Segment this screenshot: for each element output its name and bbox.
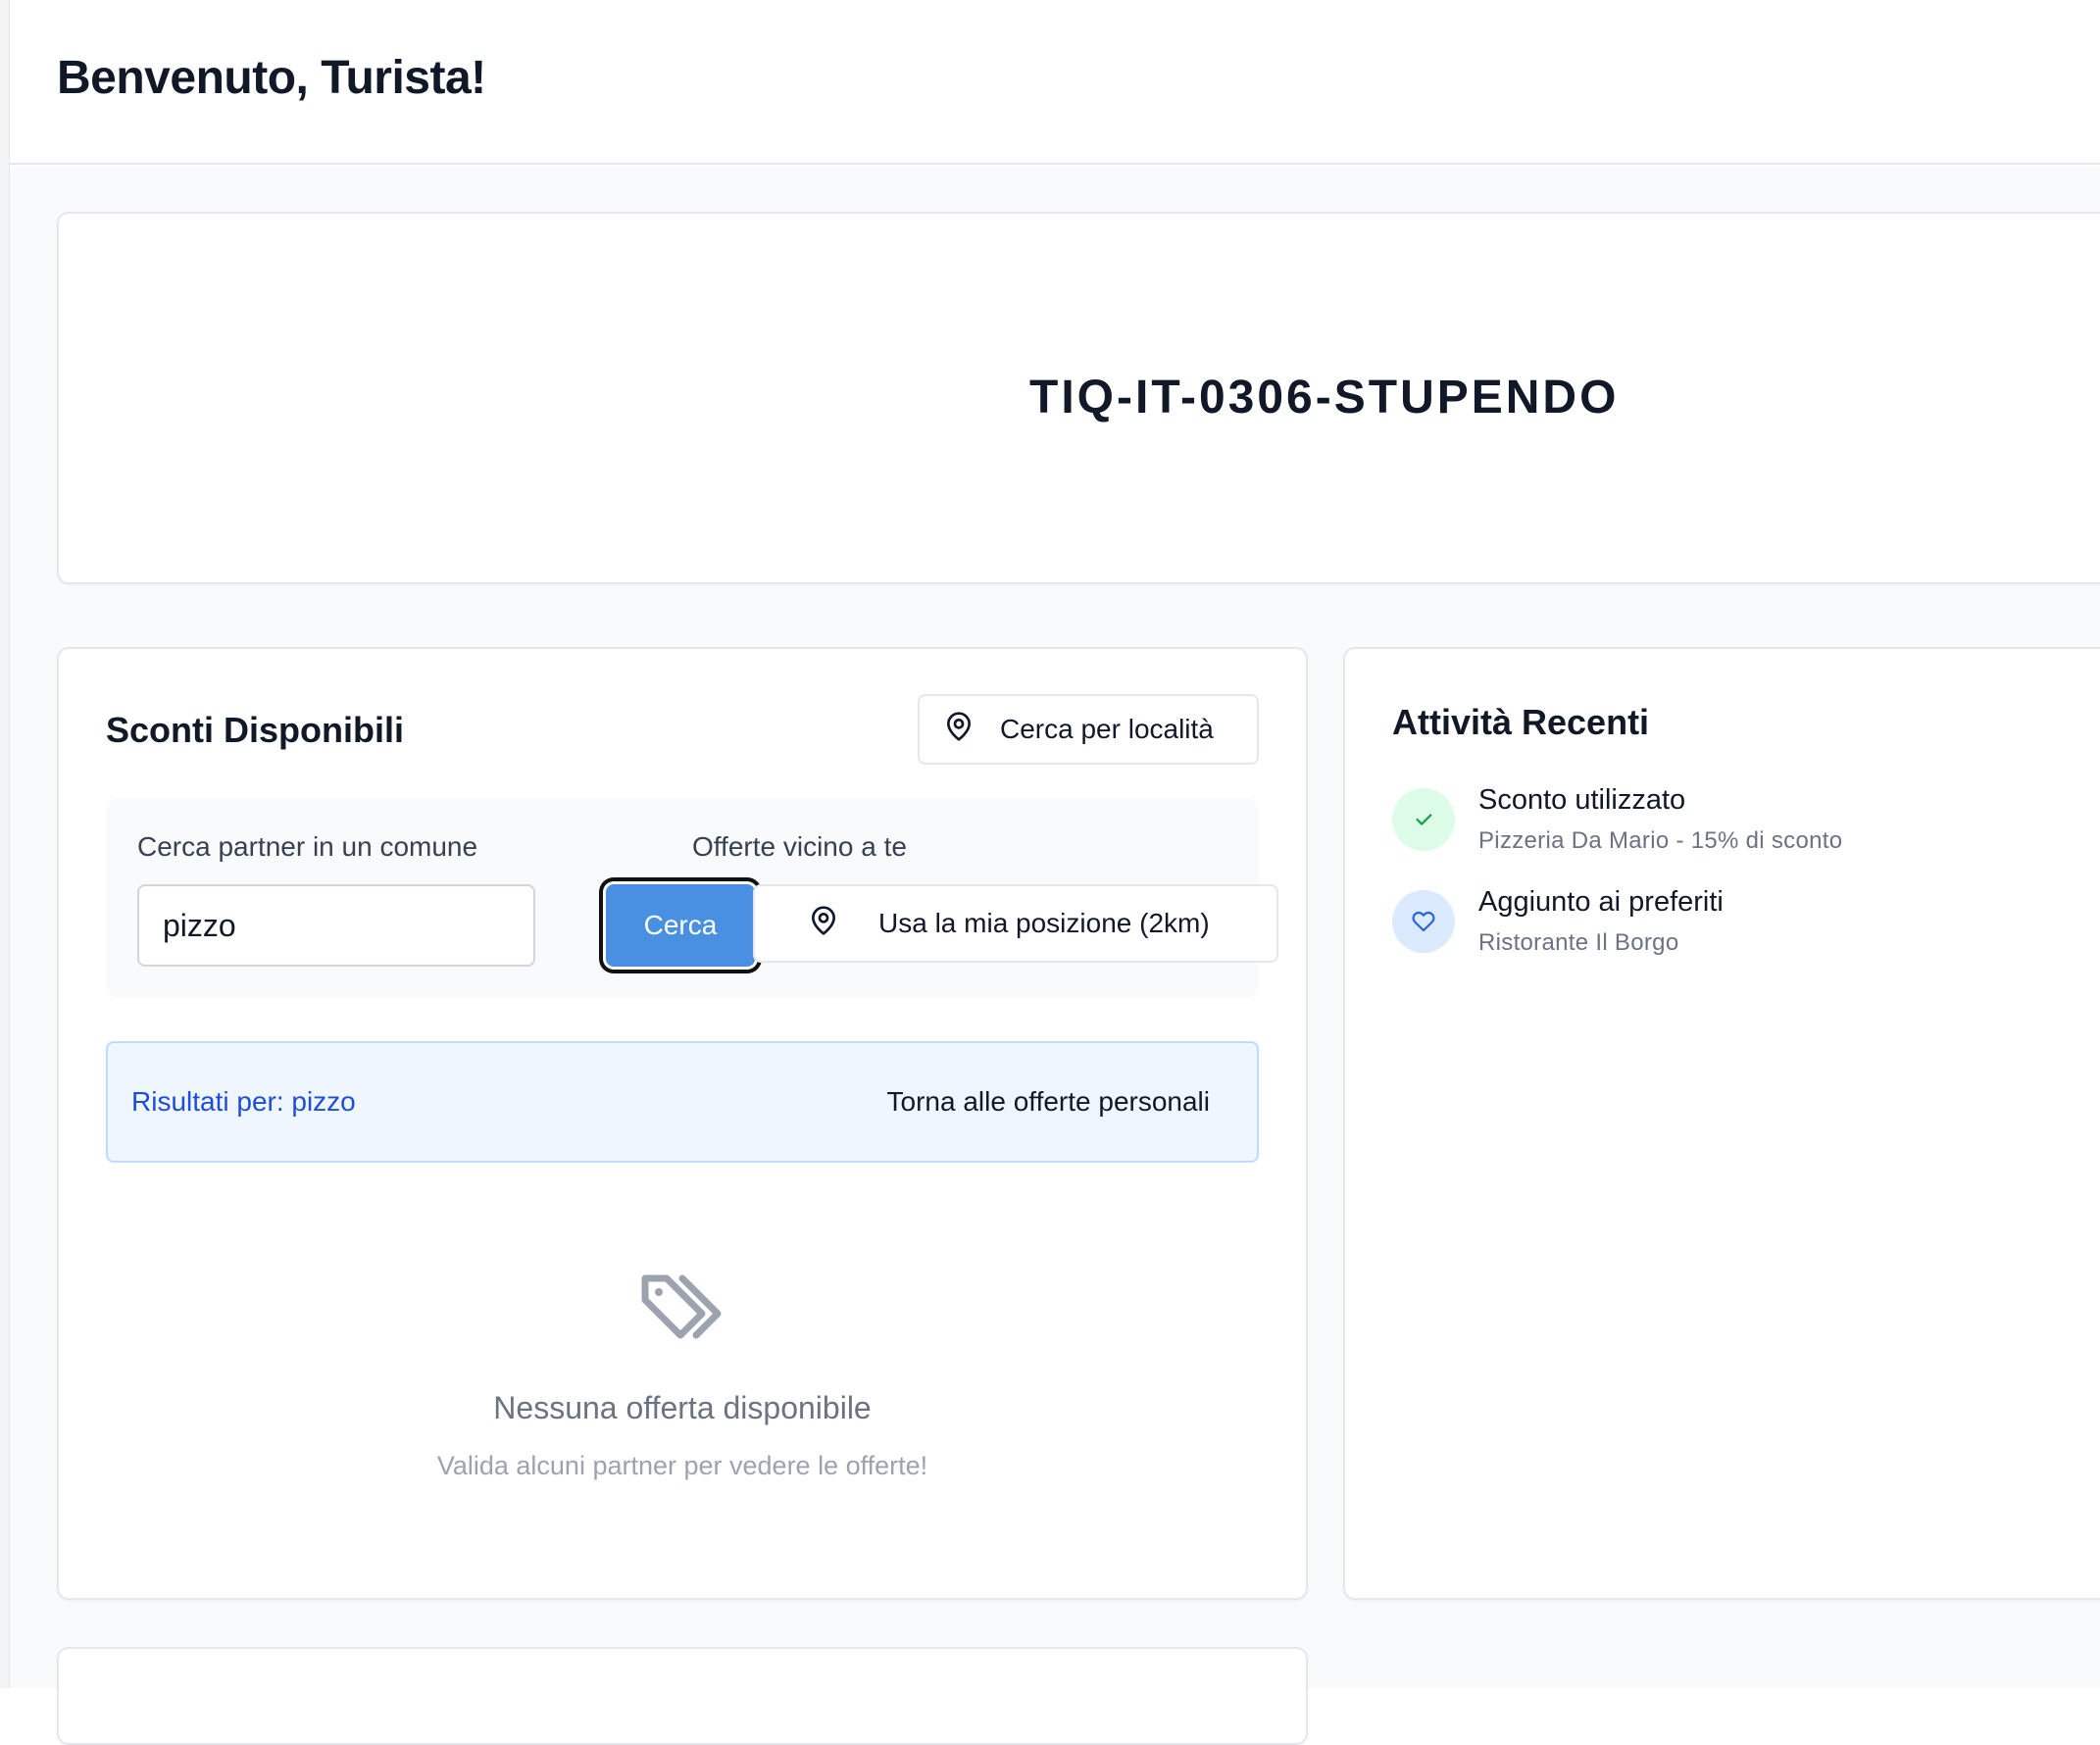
- activity-item: Aggiunto ai preferiti Ristorante Il Borg…: [1392, 886, 2078, 959]
- activity-item: Sconto utilizzato Pizzeria Da Mario - 15…: [1392, 784, 2078, 857]
- heart-icon: [1392, 890, 1455, 953]
- recent-activity-title: Attività Recenti: [1392, 702, 1650, 742]
- search-partner-label: Cerca partner in un comune: [137, 831, 478, 862]
- tourist-code: TIQ-IT-0306-STUPENDO: [1029, 372, 1620, 424]
- empty-state-title: Nessuna offerta disponibile: [493, 1390, 872, 1425]
- nearby-offers-label: Offerte vicino a te: [692, 831, 907, 862]
- activity-title: Aggiunto ai preferiti: [1478, 886, 1724, 918]
- use-my-location-label: Usa la mia posizione (2km): [878, 908, 1210, 938]
- map-pin-icon: [808, 905, 839, 943]
- search-panel: Cerca partner in un comune Cerca Offerte…: [106, 798, 1278, 998]
- search-input[interactable]: [137, 884, 535, 967]
- use-my-location-button[interactable]: Usa la mia posizione (2km): [753, 884, 1278, 963]
- back-to-personal-offers-button[interactable]: Torna alle offerte personali: [887, 1086, 1210, 1118]
- tourist-code-card: TIQ-IT-0306-STUPENDO: [57, 212, 2100, 584]
- activity-subtitle: Ristorante Il Borgo: [1478, 929, 1679, 956]
- recent-activity-card: Attività Recenti Sconto utilizzato Pizze…: [1343, 647, 2100, 1600]
- results-label: Risultati per: pizzo: [131, 1086, 356, 1117]
- results-bar: Risultati per: pizzo Torna alle offerte …: [106, 1041, 1259, 1163]
- next-card: [57, 1647, 1308, 1745]
- empty-state-subtitle: Valida alcuni partner per vedere le offe…: [436, 1451, 928, 1480]
- check-icon: [1392, 788, 1455, 851]
- tags-icon: [637, 1267, 731, 1345]
- discounts-title: Sconti Disponibili: [106, 710, 404, 750]
- left-edge-strip: [0, 0, 10, 1688]
- discounts-card: Sconti Disponibili Cerca per località Ce…: [57, 647, 1308, 1600]
- search-by-location-label: Cerca per località: [1000, 714, 1214, 744]
- search-button[interactable]: Cerca: [606, 884, 755, 967]
- main-content: TIQ-IT-0306-STUPENDO Sconti Disponibili …: [10, 167, 2100, 1745]
- page-title: Benvenuto, Turista!: [57, 52, 486, 104]
- map-pin-icon: [943, 711, 975, 749]
- search-by-location-button[interactable]: Cerca per località: [918, 694, 1259, 765]
- activity-title: Sconto utilizzato: [1478, 784, 1686, 816]
- activity-subtitle: Pizzeria Da Mario - 15% di sconto: [1478, 827, 1843, 854]
- page-header: Benvenuto, Turista!: [10, 0, 2100, 165]
